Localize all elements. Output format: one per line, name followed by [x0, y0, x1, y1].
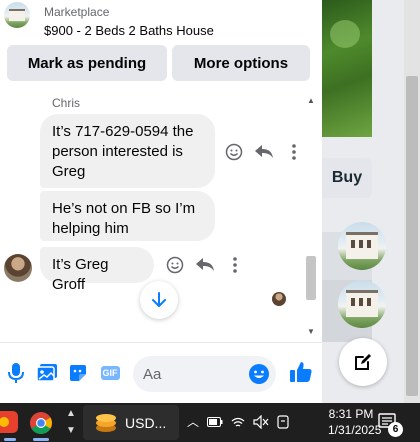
widget-label: USD...: [125, 414, 167, 431]
buy-button[interactable]: Buy: [322, 158, 372, 198]
mark-as-pending-button[interactable]: Mark as pending: [7, 45, 167, 81]
battery-icon[interactable]: [207, 416, 223, 427]
taskbar-chrome-button[interactable]: [29, 411, 53, 435]
sender-avatar[interactable]: [4, 254, 32, 282]
more-options-button[interactable]: More options: [172, 45, 310, 81]
device-icon[interactable]: [277, 414, 289, 429]
clock-date: 1/31/2025: [328, 423, 382, 437]
chrome-icon: [30, 412, 52, 434]
tray-overflow-chevron-icon[interactable]: ︿: [187, 413, 199, 430]
message-bubble[interactable]: He’s not on FB so I’m helping him: [40, 191, 215, 241]
wifi-icon[interactable]: [231, 416, 245, 428]
message-scrollbar-thumb[interactable]: [306, 256, 316, 300]
message-input[interactable]: [143, 364, 243, 384]
show-more-chevron-icon[interactable]: ▲ ▼: [65, 405, 77, 439]
listing-photo: [322, 0, 372, 137]
sticker-icon: [70, 365, 86, 381]
scroll-up-arrow-icon[interactable]: ▲: [307, 96, 315, 105]
app-icon: [0, 411, 18, 433]
notification-count-badge: 6: [388, 422, 403, 437]
scroll-down-arrow-icon[interactable]: ▼: [307, 327, 315, 336]
reply-button[interactable]: [195, 255, 215, 275]
page-scrollbar-thumb[interactable]: [406, 76, 418, 396]
smiley-icon: [225, 143, 243, 161]
more-actions-button[interactable]: [284, 142, 304, 162]
active-app-indicator: [4, 438, 16, 441]
message-actions: [224, 142, 304, 162]
kebab-icon: [233, 257, 237, 273]
react-button[interactable]: [224, 142, 244, 162]
reply-button[interactable]: [254, 142, 274, 162]
reply-icon: [255, 145, 273, 158]
new-message-button[interactable]: [339, 338, 387, 386]
coins-icon: [96, 414, 116, 432]
seen-receipt-avatar: [272, 292, 286, 306]
clock-time: 8:31 PM: [328, 407, 374, 421]
more-actions-button[interactable]: [225, 255, 245, 275]
message-bubble[interactable]: It’s Greg Groff: [40, 247, 154, 293]
message-input-container[interactable]: [133, 356, 276, 392]
system-tray: ︿: [187, 413, 289, 430]
volume-muted-icon[interactable]: [253, 414, 269, 429]
taskbar-app-icon[interactable]: [0, 411, 18, 433]
gif-label: GIF: [100, 366, 120, 380]
reply-icon: [196, 258, 214, 271]
microphone-icon: [8, 363, 24, 383]
message-composer: GIF: [0, 342, 322, 403]
kebab-icon: [292, 144, 296, 160]
chat-head-listing-1[interactable]: [338, 222, 386, 270]
taskbar-clock[interactable]: 8:31 PM 1/31/2025: [328, 406, 382, 438]
sticker-button[interactable]: [66, 361, 90, 385]
scroll-to-bottom-button[interactable]: [140, 281, 178, 319]
message-scrollbar-track[interactable]: [305, 92, 317, 342]
emoji-icon[interactable]: [248, 363, 270, 385]
react-button[interactable]: [165, 255, 185, 275]
chat-head-listing-2[interactable]: [338, 280, 386, 328]
arrow-down-icon: [152, 292, 166, 307]
message-actions: [165, 255, 245, 275]
sender-name: Chris: [52, 96, 81, 110]
listing-category: Marketplace: [44, 5, 110, 19]
gif-button[interactable]: GIF: [98, 361, 122, 385]
taskbar: ▲ ▼ USD... ︿ 8:31 PM 1/31/2025 6: [0, 403, 420, 442]
compose-icon: [355, 354, 371, 370]
active-app-indicator: [33, 438, 49, 441]
listing-header: Marketplace $900 - 2 Beds 2 Baths House …: [0, 0, 322, 92]
message-bubble[interactable]: It’s 717-629-0594 the person interested …: [40, 114, 215, 188]
smiley-icon: [166, 256, 184, 274]
attach-photo-button[interactable]: [35, 361, 59, 385]
message-list: Chris It’s 717-629-0594 the person inter…: [0, 92, 322, 342]
listing-thumbnail[interactable]: [4, 2, 30, 28]
send-like-button[interactable]: [288, 359, 314, 385]
taskbar-widget[interactable]: USD...: [83, 405, 179, 440]
chat-window: Marketplace $900 - 2 Beds 2 Baths House …: [0, 0, 322, 403]
voice-clip-button[interactable]: [4, 361, 28, 385]
notification-center-button[interactable]: 6: [378, 412, 403, 437]
listing-title[interactable]: $900 - 2 Beds 2 Baths House: [44, 23, 214, 38]
photo-icon: [36, 364, 57, 382]
thumbs-up-icon: [290, 362, 312, 382]
